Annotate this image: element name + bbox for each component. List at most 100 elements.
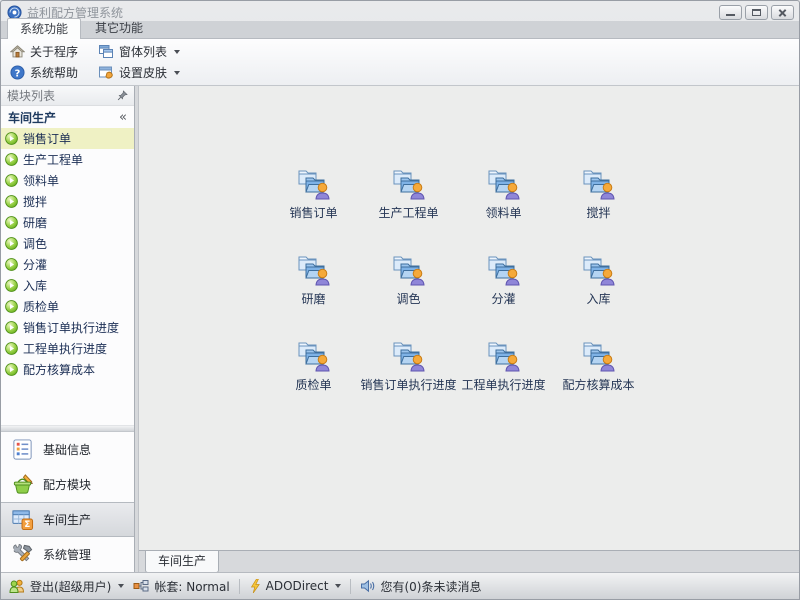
- connection-icon: [133, 579, 149, 593]
- sidebar-sections: 基础信息 配方模块 Σ 车间生产: [1, 432, 134, 572]
- logout-menu[interactable]: 登出(超级用户): [9, 578, 124, 595]
- sidebar-item[interactable]: 领料单: [1, 170, 134, 191]
- ribbon-tabstrip: 系统功能 其它功能: [1, 21, 799, 38]
- statusbar-separator: [239, 579, 240, 594]
- data-provider-menu[interactable]: ADODirect: [249, 579, 342, 593]
- maximize-button[interactable]: [745, 5, 768, 20]
- shortcut-item[interactable]: 配方核算成本: [551, 340, 646, 393]
- statusbar: 登出(超级用户) 帐套: Normal ADODirect 您有(0)条未读消息: [1, 572, 799, 599]
- green-arrow-icon: [5, 342, 18, 355]
- sidebar-header: 模块列表: [1, 86, 134, 106]
- minimize-button[interactable]: [719, 5, 742, 20]
- sidebar-section-workshop-production[interactable]: Σ 车间生产: [1, 502, 134, 537]
- shortcut-label: 质检单: [295, 376, 331, 393]
- shortcut-label: 配方核算成本: [562, 376, 634, 393]
- shortcut-label: 销售订单执行进度: [361, 376, 457, 393]
- shortcut-item[interactable]: 质检单: [266, 340, 361, 393]
- module-list: 销售订单 生产工程单 领料单: [1, 128, 134, 380]
- shortcut-label: 研磨: [301, 290, 325, 307]
- folder-user-icon: [391, 340, 427, 372]
- window-list-button[interactable]: 窗体列表: [95, 42, 183, 61]
- folder-user-icon: [296, 340, 332, 372]
- sidebar-header-label: 模块列表: [7, 87, 55, 104]
- sidebar-item[interactable]: 销售订单: [1, 128, 134, 149]
- about-program-button[interactable]: 关于程序: [7, 42, 81, 61]
- sidebar-item[interactable]: 配方核算成本: [1, 359, 134, 380]
- shortcut-item[interactable]: 销售订单: [266, 168, 361, 221]
- green-arrow-icon: [5, 279, 18, 292]
- skin-icon: [98, 65, 114, 80]
- dropdown-caret-icon: [118, 584, 124, 588]
- workspace: 销售订单: [139, 86, 799, 550]
- sidebar-group-header: 车间生产 «: [1, 106, 134, 128]
- maximize-icon: [752, 9, 761, 16]
- shortcut-item[interactable]: 分灌: [456, 254, 551, 307]
- shortcut-grid: 销售订单: [139, 86, 799, 393]
- green-arrow-icon: [5, 174, 18, 187]
- set-skin-button[interactable]: 设置皮肤: [95, 63, 183, 82]
- tab-other-functions[interactable]: 其它功能: [83, 18, 155, 38]
- shortcut-label: 调色: [396, 290, 420, 307]
- shortcut-item[interactable]: 入库: [551, 254, 646, 307]
- document-tab-workshop[interactable]: 车间生产: [145, 551, 219, 573]
- list-icon: [11, 438, 34, 461]
- dropdown-caret-icon: [174, 50, 180, 54]
- folder-user-icon: [581, 340, 617, 372]
- dropdown-caret-icon: [174, 71, 180, 75]
- shortcut-label: 销售订单: [289, 204, 337, 221]
- sidebar-item[interactable]: 入库: [1, 275, 134, 296]
- shortcut-item[interactable]: 调色: [361, 254, 456, 307]
- sidebar-section-formula-module[interactable]: 配方模块: [1, 467, 134, 502]
- production-icon: Σ: [11, 508, 34, 531]
- lightning-icon: [249, 579, 261, 593]
- green-arrow-icon: [5, 300, 18, 313]
- shortcut-item[interactable]: 销售订单执行进度: [361, 340, 456, 393]
- sidebar-item[interactable]: 调色: [1, 233, 134, 254]
- svg-text:Σ: Σ: [24, 520, 30, 530]
- sidebar-item[interactable]: 研磨: [1, 212, 134, 233]
- green-arrow-icon: [5, 132, 18, 145]
- shortcut-item[interactable]: 生产工程单: [361, 168, 456, 221]
- users-icon: [9, 579, 25, 593]
- sidebar-section-basic-info[interactable]: 基础信息: [1, 432, 134, 467]
- sidebar-section-system-management[interactable]: 系统管理: [1, 537, 134, 572]
- shortcut-item[interactable]: 工程单执行进度: [456, 340, 551, 393]
- tab-system-functions[interactable]: 系统功能: [7, 18, 81, 39]
- svg-text:?: ?: [15, 68, 21, 79]
- shortcut-item[interactable]: 领料单: [456, 168, 551, 221]
- app-window: 益利配方管理系统 系统功能 其它功能 关于程序 窗体列表: [0, 0, 800, 600]
- unread-messages-indicator[interactable]: 您有(0)条未读消息: [360, 578, 481, 595]
- home-icon: [10, 44, 25, 59]
- folder-user-icon: [486, 254, 522, 286]
- shortcut-item[interactable]: 研磨: [266, 254, 361, 307]
- minimize-icon: [726, 14, 735, 16]
- green-arrow-icon: [5, 321, 18, 334]
- help-icon: ?: [10, 65, 25, 80]
- sidebar-item[interactable]: 生产工程单: [1, 149, 134, 170]
- pin-icon[interactable]: [117, 90, 128, 101]
- green-arrow-icon: [5, 363, 18, 376]
- folder-user-icon: [581, 168, 617, 200]
- sidebar-splitter[interactable]: [1, 425, 134, 432]
- sidebar-item[interactable]: 销售订单执行进度: [1, 317, 134, 338]
- folder-user-icon: [391, 254, 427, 286]
- dropdown-caret-icon: [335, 584, 341, 588]
- sidebar-item[interactable]: 工程单执行进度: [1, 338, 134, 359]
- shortcut-item[interactable]: 搅拌: [551, 168, 646, 221]
- system-help-button[interactable]: ? 系统帮助: [7, 63, 81, 82]
- statusbar-separator: [350, 579, 351, 594]
- sidebar-item[interactable]: 分灌: [1, 254, 134, 275]
- green-arrow-icon: [5, 195, 18, 208]
- sidebar-item[interactable]: 搅拌: [1, 191, 134, 212]
- folder-user-icon: [296, 254, 332, 286]
- close-button[interactable]: [771, 5, 794, 20]
- folder-user-icon: [486, 340, 522, 372]
- group-title: 车间生产: [8, 109, 56, 126]
- collapse-icon[interactable]: «: [119, 110, 127, 125]
- shortcut-label: 生产工程单: [378, 204, 438, 221]
- green-arrow-icon: [5, 258, 18, 271]
- sidebar-item[interactable]: 质检单: [1, 296, 134, 317]
- windows-icon: [98, 44, 114, 59]
- basket-icon: [11, 473, 34, 496]
- ribbon-toolbar: 关于程序 窗体列表 ? 系统帮助 设置皮肤: [1, 38, 799, 86]
